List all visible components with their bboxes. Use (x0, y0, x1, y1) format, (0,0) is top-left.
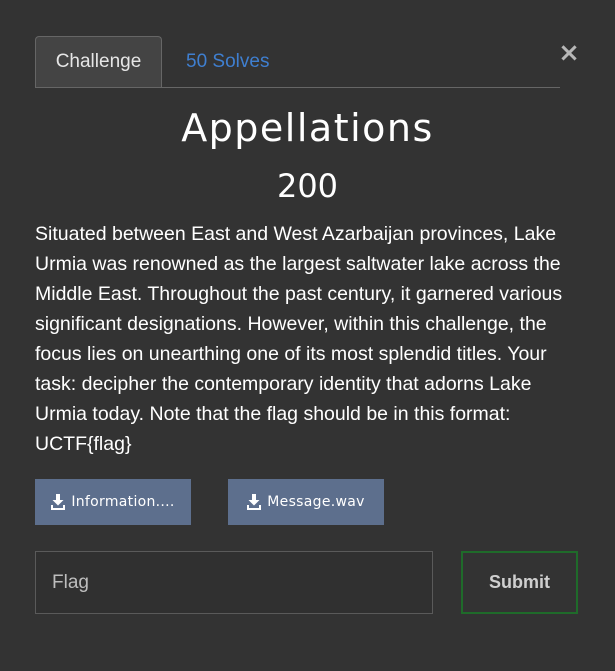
modal-tabs: Challenge 50 Solves (35, 36, 560, 88)
tab-solves[interactable]: 50 Solves (186, 36, 269, 87)
submit-button[interactable]: Submit (461, 551, 578, 614)
challenge-title: Appellations (181, 106, 434, 150)
tab-challenge[interactable]: Challenge (35, 36, 162, 87)
file-download-label: Information.... (71, 494, 175, 510)
file-download-label: Message.wav (267, 494, 365, 510)
flag-input[interactable] (35, 551, 433, 614)
close-icon[interactable]: × (558, 38, 580, 68)
challenge-description: Situated between East and West Azarbaija… (35, 223, 563, 455)
download-icon (247, 494, 262, 510)
challenge-points: 200 (276, 167, 339, 205)
file-download-button-information[interactable]: Information.... (35, 479, 191, 525)
file-download-button-message[interactable]: Message.wav (228, 479, 384, 525)
download-icon (51, 494, 66, 510)
